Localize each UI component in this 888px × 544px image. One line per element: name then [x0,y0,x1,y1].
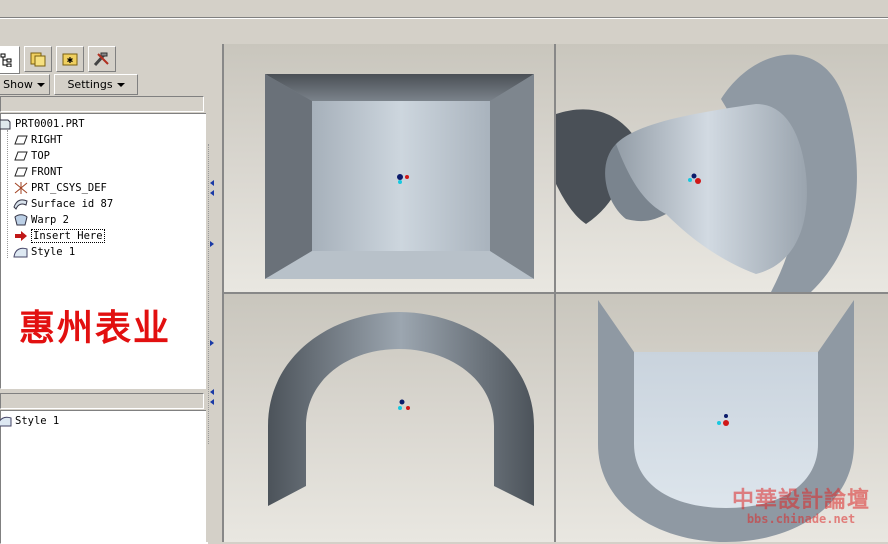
settings-menu-button[interactable]: Settings [54,74,138,95]
insert-arrow-icon [13,229,29,243]
tree-item-root[interactable]: PRT0001.PRT [0,116,85,132]
tab-connections[interactable] [88,46,116,72]
viewport-isometric[interactable] [556,44,888,292]
model-tree: PRT0001.PRT RIGHT TOP FRONT PRT_CSYS_DEF… [0,113,208,389]
folder-browser-icon [30,52,46,67]
model-tree-icon [0,53,12,67]
watermark-title: 中華設計論壇 [731,487,870,513]
expand-arrow-icon[interactable] [210,340,214,346]
svg-text:✱: ✱ [67,56,74,65]
tree-item-warp[interactable]: Warp 2 [13,212,69,228]
navigator-tabs: ✱ [0,46,206,74]
toolbar-area [0,0,888,44]
tree-item-label: Style 1 [15,415,60,427]
tree-item-style[interactable]: Style 1 [13,244,75,260]
tree-item-label: Insert Here [31,229,105,243]
tree-item-csys[interactable]: PRT_CSYS_DEF [13,180,107,196]
viewport-top[interactable] [224,294,554,542]
tree-item-label: PRT0001.PRT [15,118,85,130]
viewport-front[interactable] [224,44,554,292]
datum-plane-icon [13,133,29,147]
secondary-tree: Style 1 [0,410,208,544]
viewport-divider-horizontal[interactable] [224,292,888,294]
show-label: Show [3,78,33,91]
tab-favorites[interactable]: ✱ [56,46,84,72]
site-watermark: 中華設計論壇 bbs.chinade.net [728,488,874,528]
tab-model-tree[interactable] [0,46,20,74]
panel-splitter[interactable] [206,44,222,542]
collapse-arrow-icon[interactable] [210,399,214,405]
datum-plane-icon [13,149,29,163]
collapse-arrow-icon[interactable] [210,389,214,395]
tree-button-row: Show Settings [0,74,206,96]
tree-item-label: TOP [31,150,50,162]
tree-item-top[interactable]: TOP [13,148,50,164]
dropdown-arrow-icon [116,82,125,87]
part-icon [0,117,13,131]
tree-item-label: FRONT [31,166,63,178]
favorites-folder-icon: ✱ [62,53,78,66]
watermark-url: bbs.chinade.net [746,512,856,526]
tree-item-label: Style 1 [31,246,76,258]
warp-icon [13,213,29,227]
model-surface-front [265,74,534,279]
expand-arrow-icon[interactable] [210,241,214,247]
overlay-text: 惠州表业 [19,307,172,349]
datum-plane-icon [13,165,29,179]
dropdown-arrow-icon [36,82,45,87]
surface-icon [13,197,29,211]
csys-icon [13,181,29,195]
style-icon [13,245,29,259]
tree-header [0,96,204,112]
tree2-item-style[interactable]: Style 1 [0,413,59,429]
show-menu-button[interactable]: Show [0,74,50,95]
model-surface-isometric [556,54,857,292]
model-surface-top [268,312,534,506]
collapse-arrow-icon[interactable] [210,190,214,196]
tree-item-front[interactable]: FRONT [13,164,63,180]
tab-folder-browser[interactable] [24,46,52,72]
settings-label: Settings [67,78,113,91]
tree-item-label: Surface id 87 [31,198,114,210]
tree-header-2 [0,393,204,409]
tree-item-label: RIGHT [31,134,63,146]
tree-item-surface[interactable]: Surface id 87 [13,196,113,212]
tree-item-insert-here[interactable]: Insert Here [13,228,105,244]
viewport-right[interactable]: 中華設計論壇 bbs.chinade.net [556,294,888,542]
style-icon [0,414,13,428]
collapse-arrow-icon[interactable] [210,180,214,186]
tree-item-right[interactable]: RIGHT [13,132,63,148]
tree-item-label: Warp 2 [31,214,69,226]
tree-item-label: PRT_CSYS_DEF [31,182,107,194]
hammer-wrench-icon [93,52,109,67]
